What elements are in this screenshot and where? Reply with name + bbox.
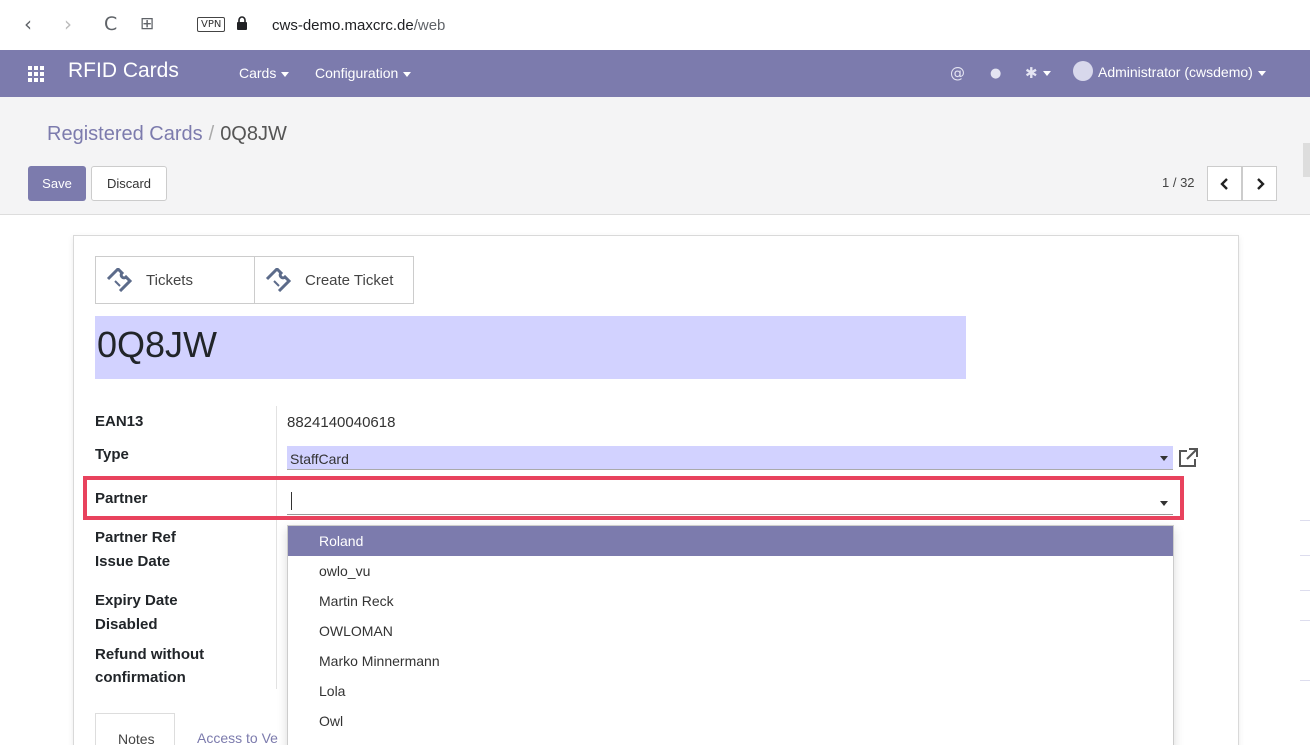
save-button[interactable]: Save [28,166,86,201]
type-caret-icon[interactable] [1160,456,1168,461]
url-path: /web [413,17,446,34]
chevron-left-icon [1219,177,1228,190]
menu-configuration[interactable]: Configuration [315,65,412,81]
card-name-value: 0Q8JW [97,324,218,365]
refund-label-line1: Refund without [95,646,205,663]
partner-option[interactable]: Lola [288,676,1173,706]
breadcrumb-current: 0Q8JW [220,123,287,145]
vpn-badge[interactable]: VPN [197,17,226,32]
breadcrumb-parent[interactable]: Registered Cards [47,123,203,145]
tab-notes[interactable]: Notes [95,713,175,745]
debug-bug-icon[interactable]: ✱ [1025,64,1051,82]
lock-icon [237,16,247,30]
apps-menu-icon[interactable] [28,66,44,82]
partner-option[interactable]: Roland [288,526,1173,556]
tab-access[interactable]: Access to Ve [197,730,287,745]
issue-date-label: Issue Date [95,553,171,570]
user-avatar[interactable] [1073,61,1093,81]
menu-cards-label: Cards [239,65,277,81]
type-label: Type [95,446,129,463]
expiry-date-label: Expiry Date [95,592,178,609]
app-title[interactable]: RFID Cards [68,59,179,83]
breadcrumb: Registered Cards/0Q8JW [47,123,287,146]
chevron-right-icon [1256,177,1265,190]
discard-button[interactable]: Discard [91,166,167,201]
divider [1300,620,1310,621]
breadcrumb-separator: / [208,123,215,145]
caret-down-icon [1042,71,1051,76]
divider [1300,680,1310,681]
ticket-icon [265,268,292,292]
tabs-grid-icon[interactable]: ⊞ [140,12,154,36]
divider [1300,590,1310,591]
chat-icon[interactable]: ● [990,66,1001,81]
tickets-label: Tickets [146,271,193,289]
partner-autocomplete-dropdown: Roland owlo_vu Martin Reck OWLOMAN Marko… [287,525,1174,745]
scrollbar-edge[interactable] [1303,143,1310,177]
user-menu[interactable]: Administrator (cwsdemo) [1098,64,1266,80]
ean13-value: 8824140040618 [287,414,396,431]
pager-next-button[interactable] [1242,166,1277,201]
tickets-smart-button[interactable]: Tickets [95,256,255,304]
pager-value[interactable]: 1 / 32 [1162,175,1195,190]
partner-option[interactable]: Martin Reck [288,586,1173,616]
external-link-icon[interactable] [1177,447,1199,469]
caret-down-icon [281,71,290,77]
create-ticket-label: Create Ticket [305,271,394,289]
partner-ref-label: Partner Ref [95,529,176,546]
menu-configuration-label: Configuration [315,65,399,81]
ticket-icon [106,268,133,292]
address-bar[interactable]: cws-demo.maxcrc.de/web [272,17,445,34]
forward-icon[interactable]: › [64,12,72,36]
menu-cards[interactable]: Cards [239,65,290,81]
refund-label-line2: confirmation [95,669,186,686]
reload-icon[interactable]: C [104,12,117,36]
type-select[interactable] [287,446,1173,470]
pager-previous-button[interactable] [1207,166,1242,201]
browser-toolbar: ‹ › C ⊞ VPN cws-demo.maxcrc.de/web [0,0,1310,50]
divider [1300,520,1310,521]
label-divider [276,406,277,689]
partner-option[interactable]: Owl [288,706,1173,736]
partner-option[interactable]: Marko Minnermann [288,646,1173,676]
create-ticket-smart-button[interactable]: Create Ticket [254,256,414,304]
partner-highlight-box [83,476,1184,520]
caret-down-icon [403,71,412,77]
partner-option[interactable]: OWLOMAN [288,616,1173,646]
disabled-label: Disabled [95,616,158,633]
type-value: StaffCard [290,451,349,467]
control-panel: Registered Cards/0Q8JW Save Discard 1 / … [0,97,1310,215]
debug-glyph: ✱ [1025,64,1038,82]
card-name-field[interactable] [95,316,966,379]
ean13-label: EAN13 [95,413,144,430]
partner-option[interactable]: owlo_vu [288,556,1173,586]
caret-down-icon [1257,70,1266,76]
back-icon[interactable]: ‹ [24,12,32,36]
divider [1300,555,1310,556]
top-navbar: RFID Cards Cards Configuration @ ● ✱ Adm… [0,50,1310,97]
user-name: Administrator (cwsdemo) [1098,64,1253,80]
url-host: cws-demo.maxcrc.de [272,17,414,34]
mention-icon[interactable]: @ [950,64,965,82]
